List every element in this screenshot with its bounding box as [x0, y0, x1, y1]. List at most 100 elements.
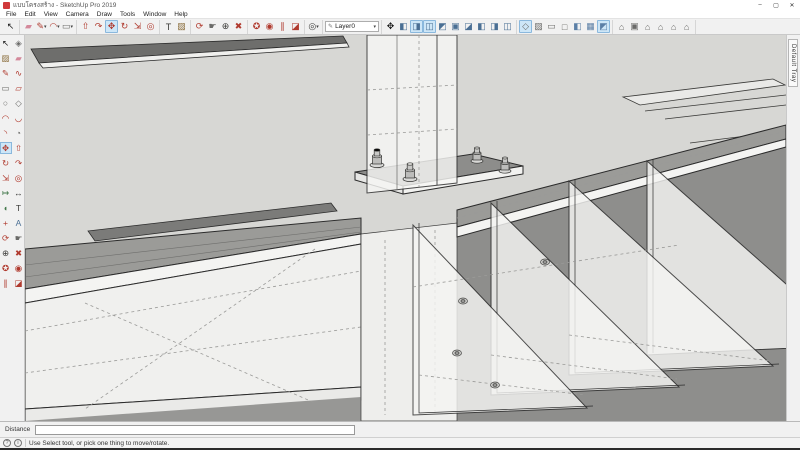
cube-tool-6[interactable]: ◪ — [462, 20, 475, 33]
cube-tool-1[interactable]: ◧ — [397, 20, 410, 33]
rotated-rectangle[interactable]: ▱ — [13, 82, 25, 94]
back-edges-style[interactable]: ▨ — [532, 20, 545, 33]
3d-text[interactable]: A — [13, 217, 25, 229]
pan-tool[interactable]: ☛ — [206, 20, 219, 33]
cube-tool-9[interactable]: ◫ — [501, 20, 514, 33]
text[interactable]: T — [13, 202, 25, 214]
default-tray-tab[interactable]: Default Tray — [788, 39, 798, 87]
push-pull-tool[interactable]: ⇧ — [79, 20, 92, 33]
cube-tool-5[interactable]: ▣ — [449, 20, 462, 33]
eraser-tool[interactable]: ▰ — [22, 20, 35, 33]
wireframe-style[interactable]: ▭ — [545, 20, 558, 33]
measurements-input[interactable] — [35, 425, 355, 435]
offset-tool[interactable]: ◎ — [144, 20, 157, 33]
menu-camera[interactable]: Camera — [62, 11, 93, 18]
arc[interactable]: ◠ — [0, 112, 12, 124]
beam-left[interactable] — [25, 218, 361, 421]
text-tool[interactable]: T — [162, 20, 175, 33]
circle[interactable]: ○ — [0, 97, 12, 109]
walk[interactable]: ∥ — [0, 277, 12, 289]
chevron-down-icon[interactable]: ▾ — [71, 24, 74, 30]
left-view[interactable]: ⌂ — [680, 20, 693, 33]
maximize-button[interactable]: ▢ — [768, 0, 784, 10]
offset[interactable]: ◎ — [13, 172, 25, 184]
select-tool[interactable]: ↖ — [4, 20, 17, 33]
menu-edit[interactable]: Edit — [20, 11, 39, 18]
pie[interactable]: ◔ — [13, 127, 25, 139]
two-point-arc[interactable]: ◡ — [13, 112, 25, 124]
cube-tool-2[interactable]: ◨ — [410, 20, 423, 33]
help-icon[interactable]: ? — [3, 439, 11, 447]
cube-tool-7[interactable]: ◧ — [475, 20, 488, 33]
shapes-tool[interactable]: ▭▾ — [61, 20, 74, 33]
zoom-tool[interactable]: ⊕ — [219, 20, 232, 33]
shaded-style[interactable]: ◧ — [571, 20, 584, 33]
look-around[interactable]: ◉ — [13, 262, 25, 274]
position-camera[interactable]: ✪ — [0, 262, 12, 274]
follow-me-tool[interactable]: ↷ — [92, 20, 105, 33]
scale-tool[interactable]: ⇲ — [131, 20, 144, 33]
orbit[interactable]: ⟳ — [0, 232, 12, 244]
interact-tool[interactable]: ✥ — [384, 20, 397, 33]
orbit-tool[interactable]: ⟳ — [193, 20, 206, 33]
arc-tool[interactable]: ◠▾ — [48, 20, 61, 33]
menu-file[interactable]: File — [2, 11, 20, 18]
monochrome-style[interactable]: ◩ — [597, 20, 610, 33]
eraser[interactable]: ▰ — [13, 52, 25, 64]
chevron-down-icon[interactable]: ▾ — [44, 24, 47, 30]
follow-me[interactable]: ↷ — [13, 157, 25, 169]
layer-dropdown[interactable]: ✎Layer0▾ — [325, 21, 379, 32]
move[interactable]: ✥ — [0, 142, 12, 154]
paint-bucket-tool[interactable]: ▨ — [175, 20, 188, 33]
section-plane[interactable]: ◪ — [13, 277, 25, 289]
menu-help[interactable]: Help — [170, 11, 191, 18]
freehand[interactable]: ∿ — [13, 67, 25, 79]
scale[interactable]: ⇲ — [0, 172, 12, 184]
walk-tool[interactable]: ∥ — [276, 20, 289, 33]
dimension[interactable]: ↔ — [13, 187, 25, 199]
avatar-menu[interactable]: ◎▾ — [307, 20, 320, 33]
xray-style[interactable]: ◇ — [519, 20, 532, 33]
protractor[interactable]: ◖ — [0, 202, 12, 214]
textured-style[interactable]: ▦ — [584, 20, 597, 33]
menu-view[interactable]: View — [40, 11, 62, 18]
polygon[interactable]: ◇ — [13, 97, 25, 109]
hidden-line-style[interactable]: □ — [558, 20, 571, 33]
push-pull[interactable]: ⇧ — [13, 142, 25, 154]
line[interactable]: ✎ — [0, 67, 12, 79]
back-view[interactable]: ⌂ — [667, 20, 680, 33]
close-button[interactable]: ✕ — [784, 0, 800, 10]
rotate-tool[interactable]: ↻ — [118, 20, 131, 33]
paint-bucket[interactable]: ▨ — [0, 52, 12, 64]
zoom-extents-tool[interactable]: ✖ — [232, 20, 245, 33]
front-view[interactable]: ⌂ — [641, 20, 654, 33]
iso-view[interactable]: ⌂ — [615, 20, 628, 33]
menu-draw[interactable]: Draw — [93, 11, 116, 18]
three-point-arc[interactable]: ◝ — [0, 127, 12, 139]
chevron-down-icon[interactable]: ▾ — [57, 24, 60, 30]
model-canvas[interactable] — [25, 35, 786, 421]
chevron-down-icon[interactable]: ▾ — [374, 24, 377, 30]
chevron-down-icon[interactable]: ▾ — [316, 24, 319, 30]
position-camera-tool[interactable]: ✪ — [250, 20, 263, 33]
info-icon[interactable]: i — [14, 439, 22, 447]
line-tool[interactable]: ✎▾ — [35, 20, 48, 33]
cube-tool-4[interactable]: ◩ — [436, 20, 449, 33]
menu-tools[interactable]: Tools — [116, 11, 139, 18]
pan[interactable]: ☛ — [13, 232, 25, 244]
viewport-3d[interactable] — [25, 35, 786, 421]
look-around-tool[interactable]: ◉ — [263, 20, 276, 33]
move-tool[interactable]: ✥ — [105, 20, 118, 33]
axes[interactable]: + — [0, 217, 12, 229]
minimize-button[interactable]: – — [752, 0, 768, 10]
cube-tool-3[interactable]: ◫ — [423, 20, 436, 33]
select[interactable]: ↖ — [0, 37, 12, 49]
zoom[interactable]: ⊕ — [0, 247, 12, 259]
zoom-extents[interactable]: ✖ — [13, 247, 25, 259]
make-component[interactable]: ◈ — [13, 37, 25, 49]
section-plane-tool[interactable]: ◪ — [289, 20, 302, 33]
rectangle[interactable]: ▭ — [0, 82, 12, 94]
rotate[interactable]: ↻ — [0, 157, 12, 169]
tape-measure[interactable]: ↦ — [0, 187, 12, 199]
cube-tool-8[interactable]: ◨ — [488, 20, 501, 33]
